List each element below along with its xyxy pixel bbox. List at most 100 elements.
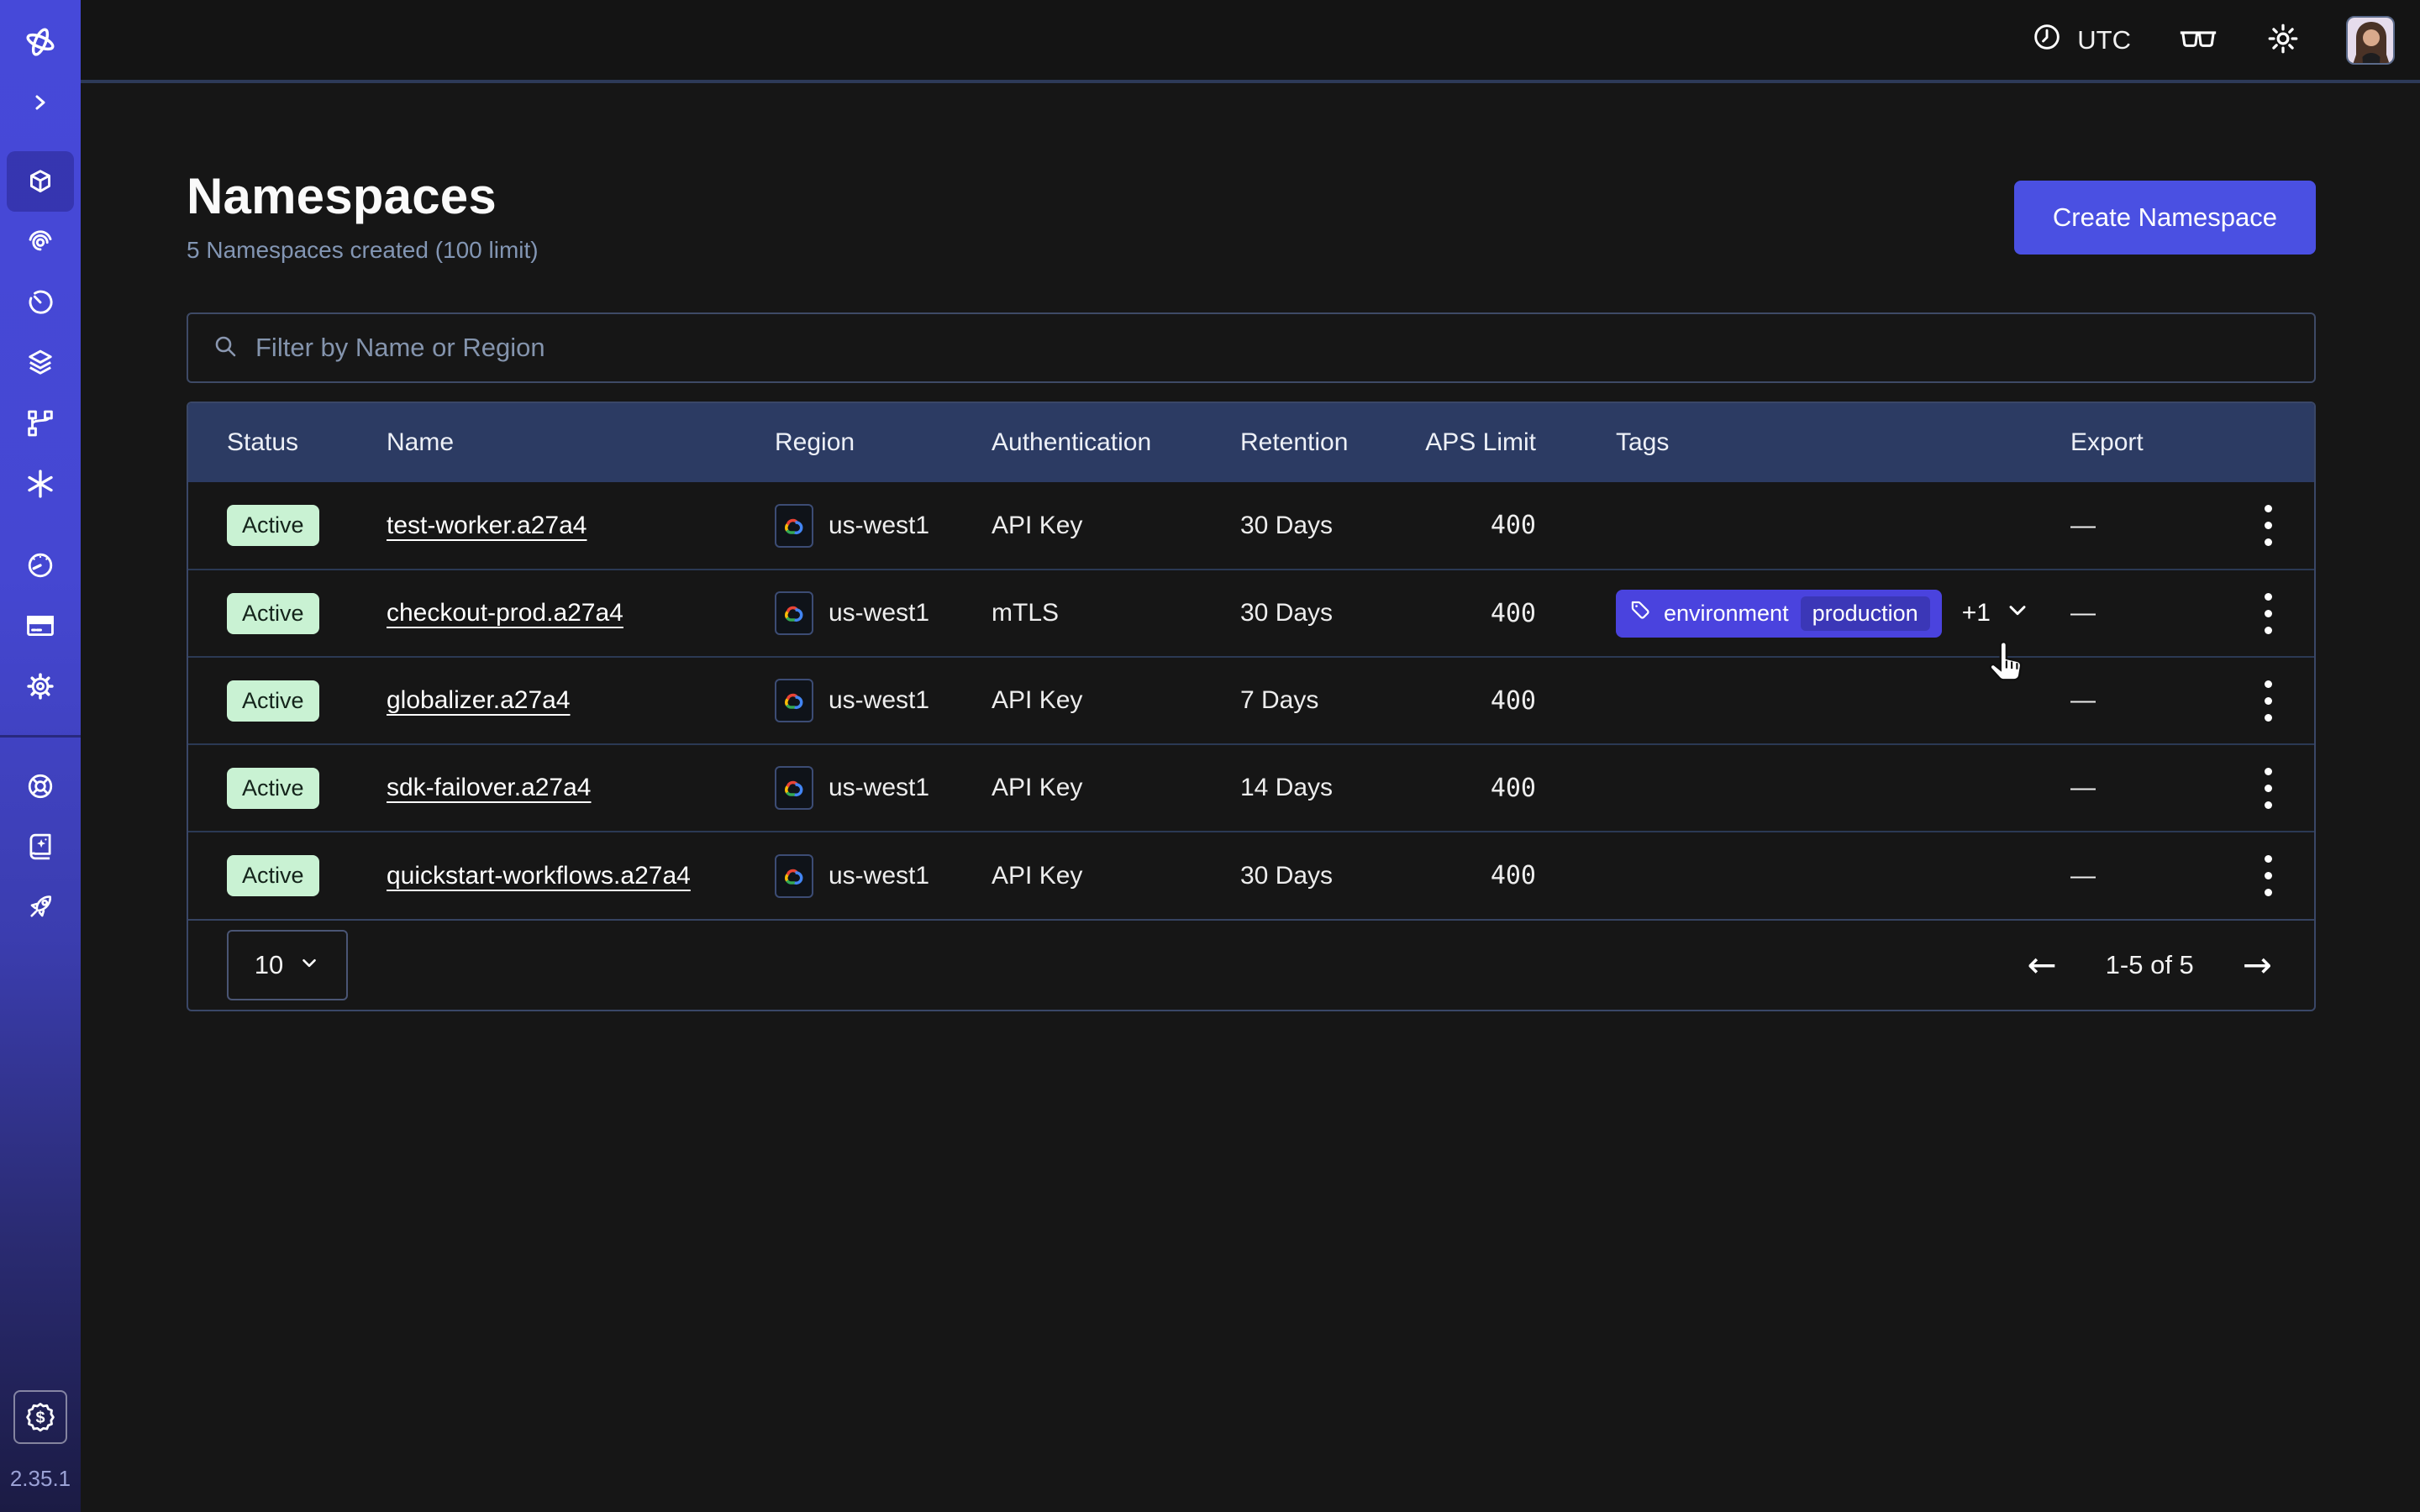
sidebar-expand-button[interactable] <box>7 72 74 133</box>
branch-icon <box>24 407 57 440</box>
seal-dollar-icon: $ <box>23 1399 58 1436</box>
glasses-icon <box>2176 22 2220 58</box>
status-badge: Active <box>227 768 319 809</box>
pagination-range-label: 1-5 of 5 <box>2106 950 2194 980</box>
sidebar-item-usage[interactable] <box>7 535 74 596</box>
sun-icon <box>2265 21 2301 59</box>
sidebar-item-support[interactable] <box>7 756 74 816</box>
tag-key: environment <box>1664 601 1789 627</box>
table-header-row: Status Name Region Authentication Retent… <box>188 403 2314 482</box>
region-label: us-west1 <box>829 862 929 890</box>
auth-value: API Key <box>992 744 1240 832</box>
col-authentication: Authentication <box>992 403 1240 482</box>
clock-icon <box>2030 20 2064 60</box>
retention-value: 30 Days <box>1240 570 1415 657</box>
region-label: us-west1 <box>829 686 929 715</box>
page-size-value: 10 <box>255 950 283 980</box>
retention-value: 30 Days <box>1240 482 1415 570</box>
prev-page-button[interactable]: ← <box>2027 948 2056 983</box>
next-page-button[interactable]: → <box>2243 948 2272 983</box>
table-row: Active globalizer.a27a4 us-west1 API Key… <box>188 657 2314 744</box>
aps-value: 400 <box>1415 657 1536 744</box>
retention-value: 7 Days <box>1240 657 1415 744</box>
namespace-link[interactable]: test-worker.a27a4 <box>387 512 587 539</box>
namespace-link[interactable]: sdk-failover.a27a4 <box>387 774 592 801</box>
aps-value: 400 <box>1415 744 1536 832</box>
tags-cell: environment production +1 <box>1616 590 2050 638</box>
namespace-link[interactable]: globalizer.a27a4 <box>387 686 571 714</box>
sidebar-item-schedules[interactable] <box>7 272 74 333</box>
page-size-select[interactable]: 10 <box>227 930 348 1000</box>
timezone-button[interactable]: UTC <box>2030 20 2131 60</box>
tags-cell <box>1536 744 2050 832</box>
gear-icon <box>24 669 57 703</box>
col-aps-limit: APS Limit <box>1415 403 1536 482</box>
row-menu-button[interactable] <box>2256 759 2281 817</box>
temporal-logo[interactable] <box>7 12 74 72</box>
theme-toggle-button[interactable] <box>2265 21 2301 59</box>
sidebar-item-settings[interactable] <box>7 656 74 717</box>
col-tags: Tags <box>1536 403 2050 482</box>
gauge-icon <box>24 549 57 582</box>
timezone-label: UTC <box>2077 25 2131 55</box>
row-menu-button[interactable] <box>2256 847 2281 905</box>
row-menu-button[interactable] <box>2256 585 2281 643</box>
sidebar-item-getting-started[interactable] <box>7 877 74 937</box>
gcp-icon <box>775 679 813 722</box>
sidebar-item-batch[interactable] <box>7 333 74 393</box>
tags-cell <box>1536 657 2050 744</box>
row-menu-button[interactable] <box>2256 672 2281 730</box>
layers-icon <box>24 346 57 380</box>
chevron-down-icon <box>298 950 320 980</box>
temporal-logo-icon <box>22 24 59 60</box>
namespace-link[interactable]: checkout-prod.a27a4 <box>387 599 623 627</box>
sidebar-item-monitor[interactable] <box>7 212 74 272</box>
namespaces-table: Status Name Region Authentication Retent… <box>187 402 2316 1011</box>
gcp-icon <box>775 766 813 810</box>
status-badge: Active <box>227 855 319 896</box>
chevron-right-icon <box>25 87 55 118</box>
lifebuoy-icon <box>24 769 57 803</box>
row-menu-button[interactable] <box>2256 496 2281 554</box>
sidebar-item-deployments[interactable] <box>7 393 74 454</box>
table-row: Active quickstart-workflows.a27a4 us-wes… <box>188 832 2314 919</box>
rocket-icon <box>24 890 57 924</box>
export-value: — <box>2050 832 2222 919</box>
main-content: Namespaces 5 Namespaces created (100 lim… <box>81 83 2420 1512</box>
tag-chip[interactable]: environment production <box>1616 590 1942 638</box>
labs-toggle-button[interactable] <box>2176 22 2220 58</box>
export-value: — <box>2050 482 2222 570</box>
sidebar-item-billing[interactable] <box>7 596 74 656</box>
gcp-icon <box>775 591 813 635</box>
avatar[interactable] <box>2346 16 2395 65</box>
table-footer: 10 ← 1-5 of 5 → <box>188 919 2314 1010</box>
sidebar-item-namespaces[interactable] <box>7 151 74 212</box>
col-region: Region <box>775 403 992 482</box>
sidebar-item-docs[interactable] <box>7 816 74 877</box>
namespace-link[interactable]: quickstart-workflows.a27a4 <box>387 862 691 890</box>
table-row: Active sdk-failover.a27a4 us-west1 API K… <box>188 744 2314 832</box>
create-namespace-button[interactable]: Create Namespace <box>2014 181 2316 255</box>
filter-input[interactable] <box>255 333 2292 363</box>
export-value: — <box>2050 570 2222 657</box>
pagination: ← 1-5 of 5 → <box>2027 948 2272 983</box>
col-name: Name <box>387 403 775 482</box>
search-icon <box>210 331 240 365</box>
chevron-down-icon <box>2004 596 2031 630</box>
auth-value: API Key <box>992 832 1240 919</box>
cube-icon <box>24 165 57 198</box>
version-label: 2.35.1 <box>10 1466 71 1492</box>
billing-badge-button[interactable]: $ <box>13 1390 67 1444</box>
card-icon <box>24 609 57 643</box>
spiral-icon <box>24 225 57 259</box>
sidebar-item-nexus[interactable] <box>7 454 74 514</box>
tags-expand-button[interactable]: +1 <box>1962 596 2031 630</box>
topbar: UTC <box>81 0 2420 80</box>
tag-icon <box>1629 599 1652 627</box>
sidebar: $ 2.35.1 <box>0 0 81 1512</box>
status-badge: Active <box>227 680 319 722</box>
export-value: — <box>2050 744 2222 832</box>
auth-value: API Key <box>992 657 1240 744</box>
tag-value: production <box>1801 596 1930 631</box>
gcp-icon <box>775 504 813 548</box>
